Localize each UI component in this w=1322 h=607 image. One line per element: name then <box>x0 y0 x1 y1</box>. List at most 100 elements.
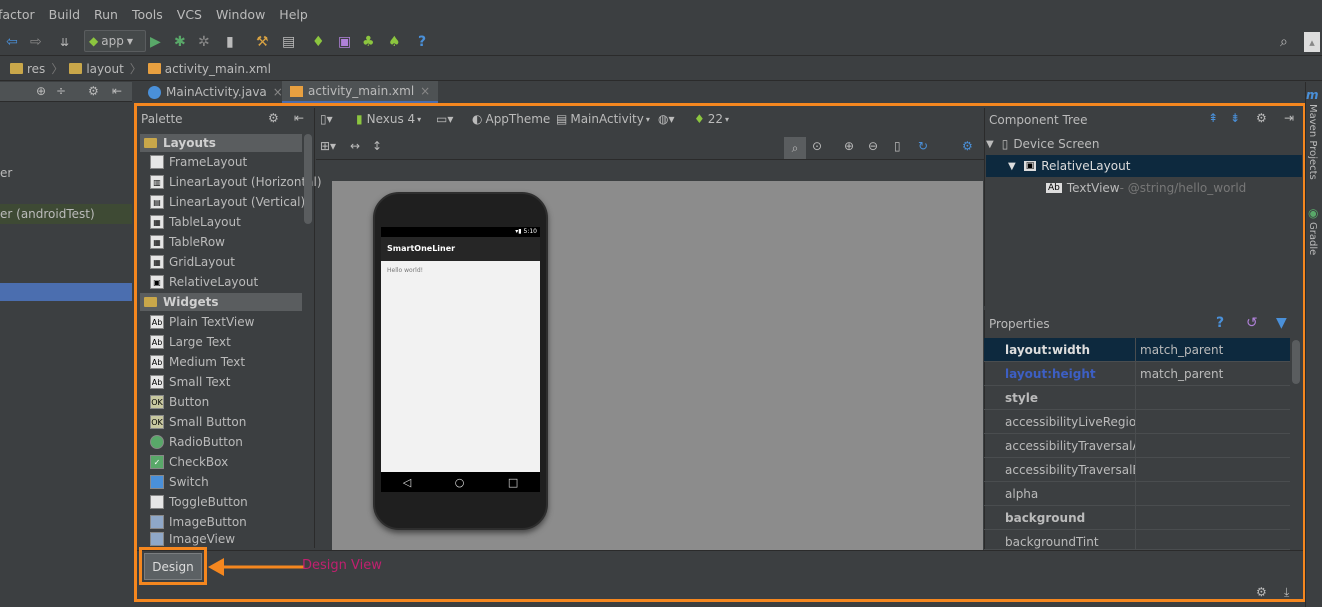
theme-select[interactable]: ◐ AppTheme <box>472 112 550 126</box>
project-structure-icon[interactable]: ⚒ <box>256 32 269 52</box>
palette-item[interactable]: ▤ LinearLayout (Vertical) <box>150 192 305 212</box>
palette-item[interactable]: ▣ RelativeLayout <box>150 272 258 292</box>
tab-mainactivity[interactable]: MainActivity.java × <box>140 81 291 103</box>
screenshot-icon[interactable]: ▯ <box>894 139 901 153</box>
palette-item[interactable]: ImageView <box>150 532 235 546</box>
search-icon[interactable]: ⌕ <box>1280 32 1288 52</box>
property-row[interactable]: layout:height match_parent <box>984 362 1290 386</box>
avd-manager-icon[interactable]: ♦ <box>312 32 325 52</box>
sync-icon[interactable]: ▤ <box>282 32 295 52</box>
maven-projects-tab[interactable]: Maven Projects <box>1307 104 1318 180</box>
hide-icon[interactable]: ⇤ <box>294 111 304 125</box>
phone-action-bar[interactable]: SmartOneLiner <box>381 237 540 261</box>
property-row[interactable]: background <box>984 506 1290 530</box>
stop-icon[interactable]: ▮ <box>226 32 234 52</box>
collapse-all-icon[interactable]: ⇟ <box>1230 111 1240 125</box>
palette-item[interactable]: Ab Medium Text <box>150 352 245 372</box>
hide-icon[interactable]: ⤓ <box>1284 585 1289 600</box>
expand-all-icon[interactable]: ⇞ <box>1208 111 1218 125</box>
expand-vertical-icon[interactable]: ↕ <box>372 139 382 153</box>
forward-icon[interactable]: ⇨ <box>30 32 42 52</box>
palette-item[interactable]: Ab Plain TextView <box>150 312 254 332</box>
tree-node-relativelayout[interactable]: ▼ ▣ RelativeLayout <box>986 155 1302 177</box>
close-icon[interactable]: × <box>420 84 430 98</box>
properties-scrollbar[interactable] <box>1292 340 1300 384</box>
palette-item[interactable]: ▦ TableRow <box>150 232 225 252</box>
gear-icon[interactable]: ⚙ <box>88 84 99 98</box>
gradle-tab[interactable]: Gradle <box>1307 222 1318 255</box>
sdk-manager-icon[interactable]: ▣ <box>338 32 351 52</box>
menu-build[interactable]: Build <box>49 7 80 22</box>
zoom-out-icon[interactable]: ⊖ <box>868 139 878 153</box>
property-row[interactable]: accessibilityTraversalAfte <box>984 434 1290 458</box>
device-select[interactable]: ▮ Nexus 4 ▾ <box>356 112 421 126</box>
run-icon[interactable]: ▶ <box>150 32 161 52</box>
tree-node-device-screen[interactable]: ▼ ▯ Device Screen <box>986 133 1302 155</box>
menu-vcs[interactable]: VCS <box>177 7 202 22</box>
palette-item[interactable]: ✓ CheckBox <box>150 452 228 472</box>
device-config-icon[interactable]: ▯▾ <box>320 112 333 126</box>
gear-icon[interactable]: ⚙ <box>1256 585 1267 599</box>
property-row[interactable]: accessibilityTraversalBefc <box>984 458 1290 482</box>
phone-textview[interactable]: Hello world! <box>381 261 540 472</box>
back-icon[interactable]: ⇦ <box>6 32 18 52</box>
palette-item[interactable]: Switch <box>150 472 209 492</box>
refresh-icon[interactable]: ↻ <box>918 139 928 153</box>
palette-item[interactable]: ImageButton <box>150 512 247 532</box>
restore-defaults-icon[interactable]: ↺ <box>1246 315 1258 331</box>
locate-icon[interactable]: ⊕ <box>36 84 46 98</box>
settings-icon[interactable]: ⚙ <box>962 139 973 153</box>
property-row[interactable]: backgroundTint <box>984 530 1290 550</box>
palette-item[interactable]: ▦ GridLayout <box>150 252 235 272</box>
palette-item[interactable]: FrameLayout <box>150 152 247 172</box>
property-row[interactable]: accessibilityLiveRegion <box>984 410 1290 434</box>
palette-category-layouts[interactable]: Layouts <box>140 134 302 152</box>
palette-item[interactable]: ▦ TableLayout <box>150 212 241 232</box>
run-config-select[interactable]: ◆ app ▼ <box>84 30 146 52</box>
avatar[interactable]: ▴ <box>1304 32 1320 52</box>
make-project-icon[interactable]: ⇊ <box>60 32 69 52</box>
breadcrumb-file[interactable]: activity_main.xml <box>147 62 271 76</box>
palette-item[interactable]: OK Small Button <box>150 412 246 432</box>
help-icon[interactable]: ? <box>1216 315 1224 331</box>
activity-select[interactable]: ▤ MainActivity ▾ <box>556 112 650 126</box>
api-level-select[interactable]: ♦ 22 ▾ <box>694 112 729 126</box>
expand-horizontal-icon[interactable]: ↔ <box>350 139 360 153</box>
palette-item[interactable]: Ab Small Text <box>150 372 230 392</box>
property-row[interactable]: style <box>984 386 1290 410</box>
palette-item[interactable]: ▥ LinearLayout (Horizontal) <box>150 172 322 192</box>
tab-activity-main[interactable]: activity_main.xml × <box>282 81 439 103</box>
menu-refactor[interactable]: factor <box>0 7 35 22</box>
zoom-in-icon[interactable]: ⊕ <box>844 139 854 153</box>
orientation-icon[interactable]: ▭▾ <box>436 112 453 126</box>
locale-icon[interactable]: ◍▾ <box>658 112 675 126</box>
zoom-actual-icon[interactable]: ⊙ <box>812 139 822 153</box>
palette-category-widgets[interactable]: Widgets <box>140 293 302 311</box>
help-icon[interactable]: ? <box>418 32 426 52</box>
property-row[interactable]: alpha <box>984 482 1290 506</box>
debug-icon[interactable]: ✱ <box>174 32 186 52</box>
palette-item[interactable]: RadioButton <box>150 432 243 452</box>
project-tree-item-androidtest[interactable]: er (androidTest) <box>0 204 132 224</box>
monitor-icon[interactable]: ♣ <box>362 32 375 52</box>
menu-window[interactable]: Window <box>216 7 265 22</box>
android-device-icon[interactable]: ♠ <box>388 32 401 52</box>
menu-run[interactable]: Run <box>94 7 118 22</box>
attach-debugger-icon[interactable]: ✲ <box>198 32 210 52</box>
property-row[interactable]: layout:width match_parent <box>984 338 1290 362</box>
palette-scrollbar[interactable] <box>304 134 312 224</box>
zoom-fit-icon[interactable]: ⌕ <box>784 137 806 159</box>
gear-icon[interactable]: ⚙ <box>268 111 279 125</box>
palette-item[interactable]: Ab Large Text <box>150 332 231 352</box>
project-tree-selected-row[interactable] <box>0 283 132 301</box>
collapse-icon[interactable]: ÷ <box>56 84 66 98</box>
palette-item[interactable]: OK Button <box>150 392 209 412</box>
tree-node-textview[interactable]: Ab TextView - @string/hello_world <box>1046 177 1246 199</box>
menu-help[interactable]: Help <box>279 7 308 22</box>
layout-actions-icon[interactable]: ⊞▾ <box>320 139 336 153</box>
menu-tools[interactable]: Tools <box>132 7 163 22</box>
breadcrumb-layout[interactable]: layout 〉 <box>69 60 142 77</box>
breadcrumb-res[interactable]: res 〉 <box>10 60 63 77</box>
hide-icon[interactable]: ⇤ <box>112 84 122 98</box>
filter-icon[interactable]: ▼ <box>1276 315 1287 331</box>
